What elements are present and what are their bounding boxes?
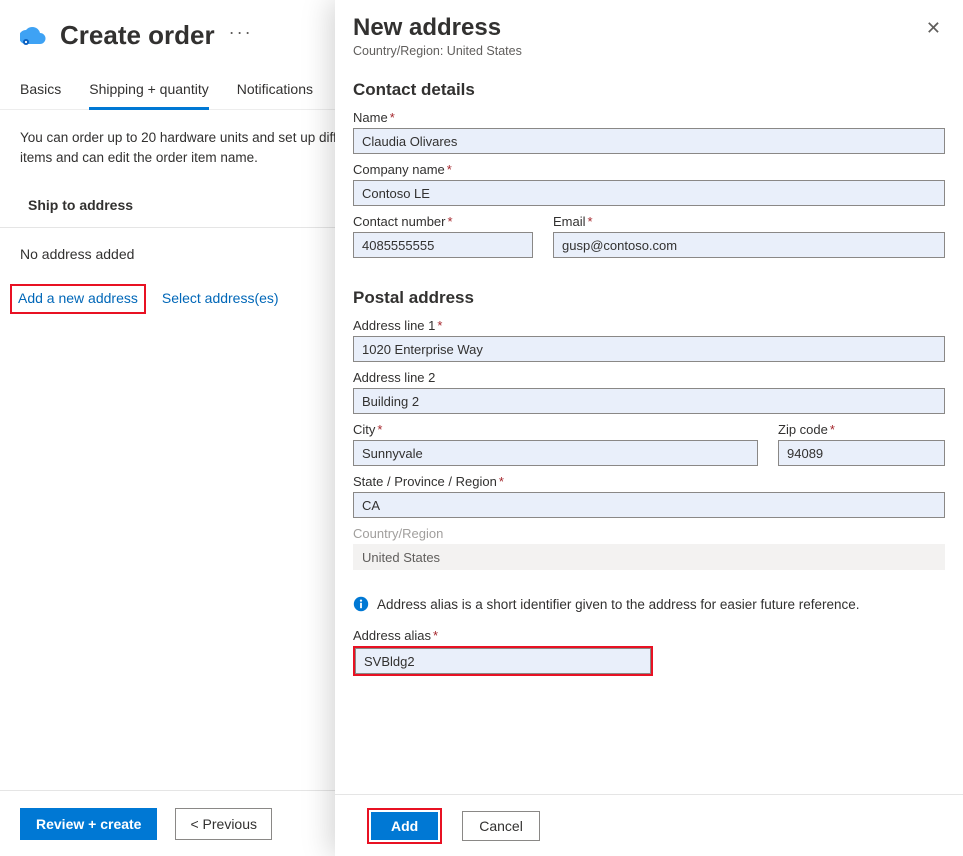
contact-number-field[interactable]: [353, 232, 533, 258]
contact-number-label: Contact number*: [353, 214, 533, 229]
name-field[interactable]: [353, 128, 945, 154]
alias-info-text: Address alias is a short identifier give…: [377, 597, 860, 612]
previous-button[interactable]: < Previous: [175, 808, 272, 840]
tab-basics[interactable]: Basics: [20, 81, 61, 109]
alias-label: Address alias*: [353, 628, 945, 643]
contact-number-label-text: Contact number: [353, 214, 446, 229]
company-label: Company name*: [353, 162, 945, 177]
highlight-add-button: Add: [367, 808, 442, 844]
select-addresses-link[interactable]: Select address(es): [162, 290, 279, 308]
addr1-label-text: Address line 1: [353, 318, 435, 333]
azure-icon: [20, 26, 46, 46]
contact-details-heading: Contact details: [353, 80, 945, 100]
review-create-button[interactable]: Review + create: [20, 808, 157, 840]
blade-footer: Add Cancel: [335, 794, 963, 856]
email-label-text: Email: [553, 214, 586, 229]
country-label: Country/Region: [353, 526, 945, 541]
highlight-add-new: Add a new address: [10, 284, 146, 314]
state-label-text: State / Province / Region: [353, 474, 497, 489]
address-line-1-label: Address line 1*: [353, 318, 945, 333]
state-label: State / Province / Region*: [353, 474, 945, 489]
zip-field[interactable]: [778, 440, 945, 466]
blade-title: New address: [353, 14, 522, 42]
state-field[interactable]: [353, 492, 945, 518]
city-label-text: City: [353, 422, 375, 437]
country-field: [353, 544, 945, 570]
zip-label: Zip code*: [778, 422, 945, 437]
address-line-2-label: Address line 2: [353, 370, 945, 385]
blade-header: New address Country/Region: United State…: [353, 14, 945, 58]
city-label: City*: [353, 422, 758, 437]
company-field[interactable]: [353, 180, 945, 206]
email-field[interactable]: [553, 232, 945, 258]
city-field[interactable]: [353, 440, 758, 466]
zip-label-text: Zip code: [778, 422, 828, 437]
name-label: Name*: [353, 110, 945, 125]
new-address-blade: New address Country/Region: United State…: [335, 0, 963, 856]
tab-notifications[interactable]: Notifications: [237, 81, 313, 109]
company-label-text: Company name: [353, 162, 445, 177]
postal-address-heading: Postal address: [353, 288, 945, 308]
tab-shipping-quantity[interactable]: Shipping + quantity: [89, 81, 208, 110]
alias-field[interactable]: [355, 648, 651, 674]
cancel-button[interactable]: Cancel: [462, 811, 540, 841]
name-label-text: Name: [353, 110, 388, 125]
blade-subtitle: Country/Region: United States: [353, 44, 522, 58]
page-title: Create order: [60, 20, 215, 51]
highlight-alias: [353, 646, 653, 676]
info-icon: [353, 596, 369, 612]
alias-info: Address alias is a short identifier give…: [353, 596, 945, 612]
address-line-1-field[interactable]: [353, 336, 945, 362]
close-icon[interactable]: ✕: [926, 14, 945, 39]
address-line-2-field[interactable]: [353, 388, 945, 414]
add-new-address-link[interactable]: Add a new address: [18, 290, 138, 306]
email-label: Email*: [553, 214, 945, 229]
alias-label-text: Address alias: [353, 628, 431, 643]
add-button[interactable]: Add: [371, 812, 438, 840]
more-actions[interactable]: ···: [229, 22, 253, 49]
